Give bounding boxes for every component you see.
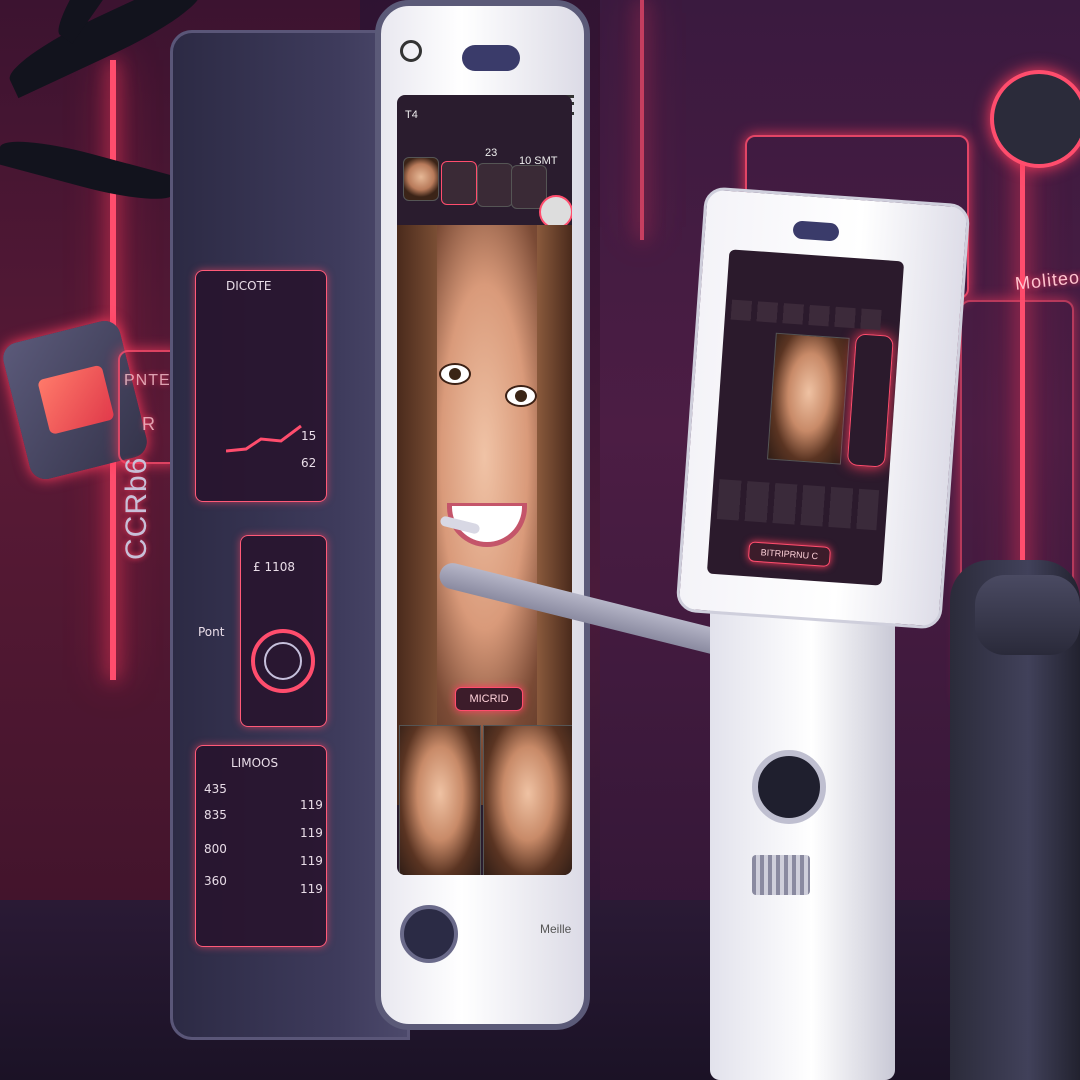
gauge-icon	[251, 629, 315, 693]
cabinet-bottom-value: 835	[204, 808, 227, 822]
cabinet-value-1: 15	[301, 429, 317, 443]
robot-side-panel	[846, 333, 894, 468]
eye-icon	[505, 385, 537, 407]
phone-power-icon[interactable]	[400, 40, 422, 62]
phone-footer-text: Meille	[540, 922, 572, 936]
robot-controls-row[interactable]	[716, 479, 880, 531]
robot-pill-button[interactable]: BITRIPRNU C	[747, 541, 832, 568]
big-phone-screen: T4 23 10 SMT MICRID	[397, 95, 572, 875]
left-sign-letter: R	[142, 414, 156, 434]
neon-strip-center	[640, 0, 644, 240]
phone-camera-notch	[462, 45, 520, 71]
cabinet-value-2: 62	[301, 456, 317, 470]
speaker-grill	[752, 855, 810, 895]
settings-gear-icon[interactable]	[539, 195, 572, 229]
filter-thumb[interactable]	[477, 163, 513, 207]
status-mid: 23	[485, 147, 498, 159]
robot-camera-notch	[792, 220, 840, 242]
robot-thumb-strip[interactable]	[730, 299, 882, 331]
filter-thumb-face[interactable]	[403, 157, 439, 201]
capture-pill-button[interactable]: MICRID	[455, 687, 523, 711]
robot-lens-icon	[752, 750, 826, 824]
gallery-photo-1[interactable]	[399, 725, 481, 875]
robot-phone-screen: BITRIPRNU C	[706, 249, 905, 586]
cabinet-bottom-right-value: 119	[300, 882, 323, 896]
status-left: T4	[405, 109, 418, 121]
filter-thumb-mask[interactable]	[441, 161, 477, 205]
cabinet-panel-header: DICOTE	[226, 279, 272, 293]
gallery-photo-2[interactable]	[483, 725, 572, 875]
cabinet-bottom-value: 360	[204, 874, 227, 888]
eye-icon	[439, 363, 471, 385]
robot-portrait	[766, 332, 850, 465]
cabinet-gauge-label: £ 1108	[253, 560, 295, 574]
clock-dial-icon[interactable]	[400, 905, 458, 963]
robot-kiosk-body	[710, 600, 895, 1080]
portrait-hair	[397, 225, 437, 805]
cabinet-panel-top: DICOTE 15 62	[195, 270, 327, 502]
cabinet-bottom-value: 435	[204, 782, 227, 796]
wall-camera-icon	[990, 70, 1080, 168]
dark-robot-head	[975, 575, 1080, 655]
vertical-brand-text: CCRb6	[120, 456, 153, 560]
cabinet-panel-gauge: £ 1108	[240, 535, 327, 727]
cabinet-side-label: Pont	[198, 625, 225, 639]
cabinet-bottom-right-value: 119	[300, 854, 323, 868]
portrait-hair	[537, 225, 572, 805]
cabinet-panel-bottom: LIMOOS 435 835 800 360 119 119 119 119	[195, 745, 327, 947]
cabinet-bottom-header: LIMOOS	[231, 756, 279, 770]
cabinet-bottom-right-value: 119	[300, 798, 323, 812]
cabinet-bottom-right-value: 119	[300, 826, 323, 840]
cabinet-bottom-value: 800	[204, 842, 227, 856]
left-sign-text: PNTE	[124, 372, 171, 389]
